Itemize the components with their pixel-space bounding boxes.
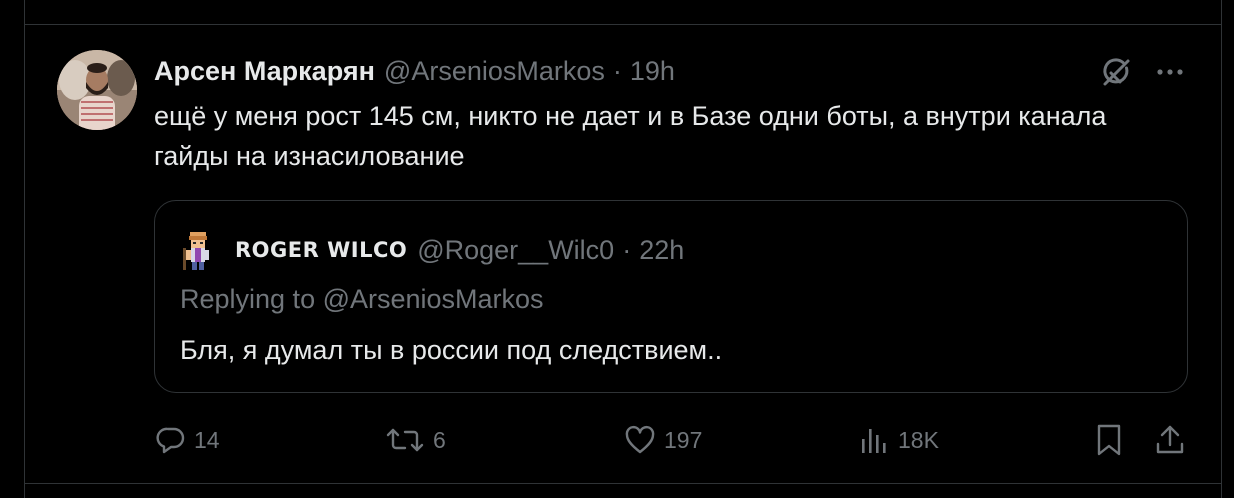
action-bar: 14 6 197 18K (0, 420, 1234, 460)
quoted-separator-dot: · (622, 234, 632, 265)
tweet-header: Арсен Маркарян @ArseniosMarkos · 19h (154, 54, 675, 88)
quoted-author-name[interactable]: ROGER WILCO (235, 238, 407, 262)
bookmark-button[interactable] (1094, 420, 1124, 460)
views-count: 18K (898, 426, 939, 453)
quoted-author-handle[interactable]: @Roger__Wilc0 (417, 235, 614, 266)
avatar[interactable] (57, 50, 137, 130)
like-count: 197 (664, 426, 703, 453)
tweet-timestamp[interactable]: 19h (630, 56, 675, 87)
grok-icon[interactable] (1098, 54, 1134, 90)
repost-button[interactable]: 6 (385, 420, 446, 460)
quoted-timestamp[interactable]: 22h (639, 235, 684, 266)
reply-count: 14 (194, 426, 220, 453)
repost-icon (385, 425, 425, 455)
separator-dot: · (612, 55, 622, 86)
quoted-text: Бля, я думал ты в россии под следствием.… (180, 335, 723, 365)
bookmark-icon (1094, 423, 1124, 457)
author-handle[interactable]: @ArseniosMarkos (384, 56, 605, 87)
views-button[interactable]: 18K (858, 420, 939, 460)
quoted-avatar[interactable] (181, 228, 215, 272)
tweet-text: ещё у меня рост 145 см, никто не дает и … (154, 101, 1107, 171)
reply-icon (156, 425, 186, 455)
divider-bottom (24, 483, 1222, 484)
share-button[interactable] (1154, 420, 1186, 460)
repost-count: 6 (433, 426, 446, 453)
heart-icon (624, 425, 656, 455)
more-icon[interactable] (1152, 60, 1188, 84)
divider-top (24, 24, 1222, 25)
replying-to: Replying to @ArseniosMarkos (180, 284, 544, 314)
views-icon (858, 425, 890, 455)
reply-button[interactable]: 14 (156, 420, 220, 460)
share-icon (1154, 424, 1186, 456)
author-name[interactable]: Арсен Маркарян (154, 56, 375, 87)
like-button[interactable]: 197 (624, 420, 702, 460)
quoted-header: ROGER WILCO @Roger__Wilc0 · 22h (235, 232, 684, 268)
quoted-tweet[interactable]: ROGER WILCO @Roger__Wilc0 · 22h Replying… (154, 200, 1188, 393)
